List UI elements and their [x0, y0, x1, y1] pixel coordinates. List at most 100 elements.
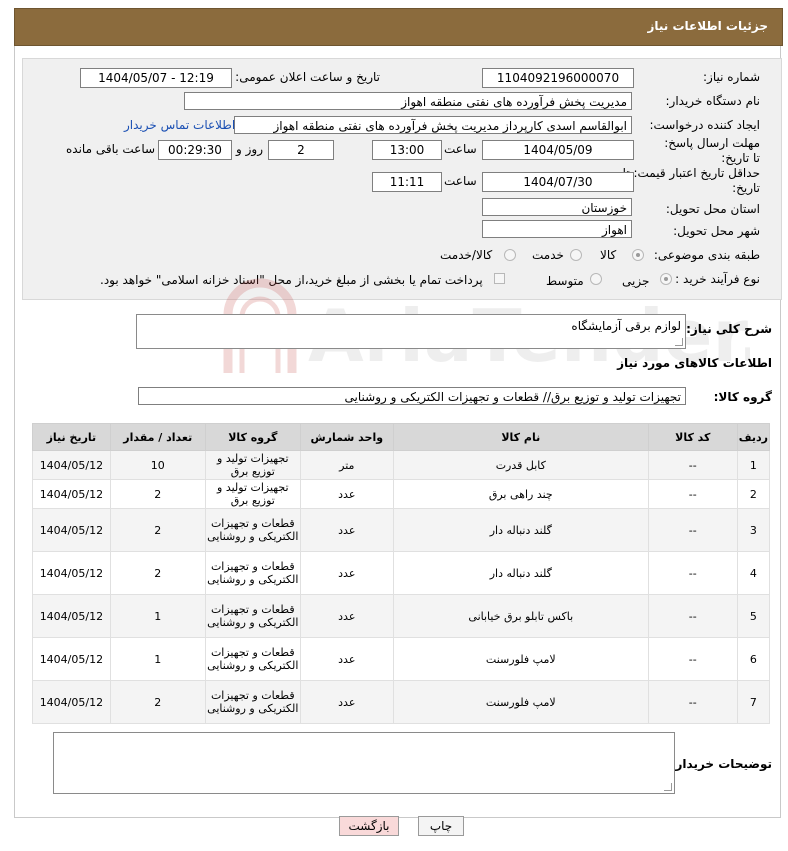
cell-unit: عدد	[299, 637, 394, 681]
cell-group: قطعات و تجهیزات الکتریکی و روشنایی	[204, 680, 301, 724]
cell-date: 1404/05/12	[32, 479, 111, 509]
back-button[interactable]: بازگشت	[339, 816, 399, 836]
cell-row-no: 7	[736, 680, 771, 724]
resize-handle-icon[interactable]	[675, 338, 683, 346]
table-row: 2 -- چند راهی برق عدد تجهیزات تولید و تو…	[32, 479, 771, 509]
cell-qty: 1	[109, 637, 206, 681]
category-label: طبقه بندی موضوعی:	[653, 248, 760, 262]
cell-date: 1404/05/12	[32, 594, 111, 638]
cell-unit: عدد	[299, 479, 394, 509]
announce-field: 1404/05/07 - 12:19	[80, 68, 232, 88]
cell-group: قطعات و تجهیزات الکتریکی و روشنایی	[204, 551, 301, 595]
cell-qty: 10	[109, 450, 206, 480]
col-header-unit: واحد شمارش	[299, 423, 394, 451]
days-field: 2	[268, 140, 334, 160]
cell-code: --	[647, 637, 738, 681]
goods-table: ردیف کد کالا نام کالا واحد شمارش گروه کا…	[32, 423, 771, 724]
price-time-field: 11:11	[372, 172, 442, 192]
cell-row-no: 2	[736, 479, 771, 509]
cell-name: گلند دنباله دار	[392, 551, 649, 595]
cell-code: --	[647, 680, 738, 724]
reply-time-label: ساعت	[444, 142, 477, 156]
payment-note: پرداخت تمام یا بخشی از مبلغ خرید،از محل …	[100, 273, 483, 287]
cell-name: لامپ فلورسنت	[392, 637, 649, 681]
cell-date: 1404/05/12	[32, 450, 111, 480]
description-textarea[interactable]: لوازم برقی آزمایشگاه	[136, 314, 686, 349]
cell-qty: 2	[109, 508, 206, 552]
col-header-row-no: ردیف	[736, 423, 771, 451]
cell-row-no: 1	[736, 450, 771, 480]
province-field: خوزستان	[482, 198, 632, 216]
cell-row-no: 5	[736, 594, 771, 638]
process-option-medium: متوسط	[546, 274, 584, 288]
col-header-group: گروه کالا	[204, 423, 301, 451]
creator-label: ایجاد کننده درخواست:	[649, 118, 760, 132]
table-row: 1 -- کابل قدرت متر تجهیزات تولید و توزیع…	[32, 450, 771, 480]
table-row: 5 -- باکس تابلو برق خیابانی عدد قطعات و …	[32, 594, 771, 638]
cell-row-no: 4	[736, 551, 771, 595]
price-date-field: 1404/07/30	[482, 172, 634, 192]
cell-name: لامپ فلورسنت	[392, 680, 649, 724]
cell-name: گلند دنباله دار	[392, 508, 649, 552]
resize-handle-icon[interactable]	[664, 783, 672, 791]
cell-qty: 2	[109, 479, 206, 509]
cell-code: --	[647, 508, 738, 552]
treasury-payment-checkbox[interactable]	[494, 273, 505, 284]
cell-row-no: 6	[736, 637, 771, 681]
cell-qty: 2	[109, 680, 206, 724]
creator-field: ابوالقاسم اسدی کارپرداز مدیریت پخش فرآور…	[234, 116, 632, 134]
days-label: روز و	[236, 142, 263, 156]
cell-group: قطعات و تجهیزات الکتریکی و روشنایی	[204, 508, 301, 552]
category-radio-both[interactable]	[504, 249, 516, 261]
category-option-goods: کالا	[600, 248, 617, 262]
cell-name: باکس تابلو برق خیابانی	[392, 594, 649, 638]
process-radio-minor[interactable]	[660, 273, 672, 285]
cell-code: --	[647, 594, 738, 638]
category-option-service: خدمت	[532, 248, 564, 262]
need-number-label: شماره نیاز:	[703, 70, 760, 84]
process-option-minor: جزیی	[622, 274, 650, 288]
category-option-both: کالا/خدمت	[440, 248, 493, 262]
category-radio-goods[interactable]	[632, 249, 644, 261]
goods-group-field: تجهیزات تولید و توزیع برق// قطعات و تجهی…	[138, 387, 686, 405]
cell-date: 1404/05/12	[32, 680, 111, 724]
buyer-notes-label: توضیحات خریدار:	[670, 757, 772, 771]
col-header-code: کد کالا	[647, 423, 738, 451]
cell-group: تجهیزات تولید و توزیع برق	[204, 450, 301, 480]
cell-date: 1404/05/12	[32, 551, 111, 595]
col-header-qty: تعداد / مقدار	[109, 423, 206, 451]
cell-unit: متر	[299, 450, 394, 480]
category-radio-service[interactable]	[570, 249, 582, 261]
buyer-notes-textarea[interactable]	[53, 732, 675, 794]
cell-date: 1404/05/12	[32, 637, 111, 681]
city-field: اهواز	[482, 220, 632, 238]
page-title: جزئیات اطلاعات نیاز	[647, 19, 768, 33]
reply-deadline-label: مهلت ارسال پاسخ: تا تاریخ:	[664, 136, 760, 165]
cell-qty: 1	[109, 594, 206, 638]
col-header-date: تاریخ نیاز	[32, 423, 111, 451]
cell-unit: عدد	[299, 551, 394, 595]
cell-code: --	[647, 450, 738, 480]
remaining-time-field: 00:29:30	[158, 140, 232, 160]
contact-buyer-link[interactable]: اطلاعات تماس خریدار	[124, 118, 235, 132]
cell-name: کابل قدرت	[392, 450, 649, 480]
table-row: 6 -- لامپ فلورسنت عدد قطعات و تجهیزات ال…	[32, 637, 771, 681]
process-label: نوع فرآیند خرید :	[675, 272, 760, 286]
buyer-org-field: مدیریت پخش فرآورده های نفتی منطقه اهواز	[184, 92, 632, 110]
cell-name: چند راهی برق	[392, 479, 649, 509]
table-row: 3 -- گلند دنباله دار عدد قطعات و تجهیزات…	[32, 508, 771, 552]
cell-code: --	[647, 551, 738, 595]
process-radio-medium[interactable]	[590, 273, 602, 285]
table-row: 4 -- گلند دنباله دار عدد قطعات و تجهیزات…	[32, 551, 771, 595]
cell-unit: عدد	[299, 508, 394, 552]
print-button[interactable]: چاپ	[418, 816, 464, 836]
cell-qty: 2	[109, 551, 206, 595]
price-time-label: ساعت	[444, 174, 477, 188]
cell-row-no: 3	[736, 508, 771, 552]
cell-code: --	[647, 479, 738, 509]
reply-date-field: 1404/05/09	[482, 140, 634, 160]
cell-unit: عدد	[299, 680, 394, 724]
table-row: 7 -- لامپ فلورسنت عدد قطعات و تجهیزات ال…	[32, 680, 771, 724]
remaining-label: ساعت باقی مانده	[66, 142, 156, 156]
cell-date: 1404/05/12	[32, 508, 111, 552]
